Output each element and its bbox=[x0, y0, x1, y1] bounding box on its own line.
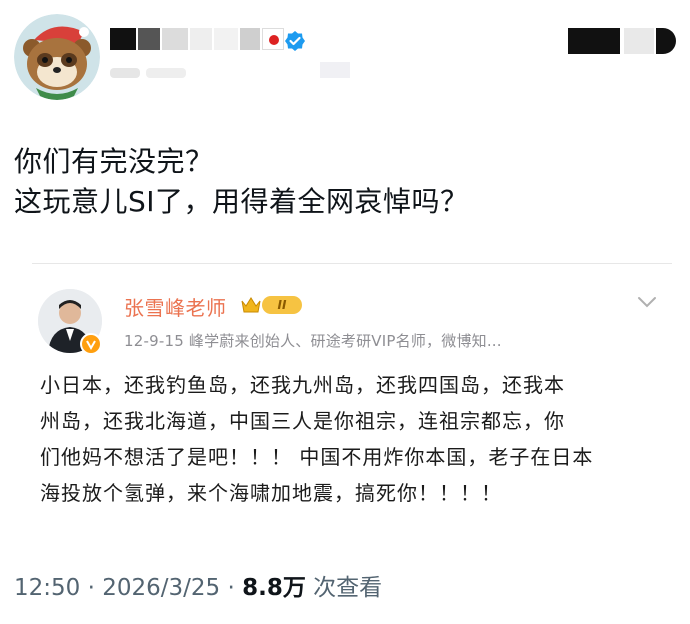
tweet-line: 这玩意儿SI了，用得着全网哀悼吗？ bbox=[14, 185, 469, 218]
chevron-down-icon[interactable] bbox=[636, 294, 658, 308]
views-label: 次查看 bbox=[313, 575, 383, 601]
tweet-text: 你们有完没完？ 这玩意儿SI了，用得着全网哀悼吗？ bbox=[14, 142, 674, 222]
crown-icon bbox=[240, 295, 262, 315]
quoted-body-line: 们他妈不想活了是吧！！！ 中国不用炸你本国，老子在日本 bbox=[40, 445, 594, 469]
quoted-post-meta: 12-9-15 峰学蔚来创始人、研途考研VIP名师，微博知... bbox=[124, 332, 502, 350]
views-count[interactable]: 8.8万 bbox=[242, 575, 306, 601]
tweet-footer: 12:50 · 2026/3/25 · 8.8万 次查看 bbox=[14, 568, 382, 602]
quoted-author-name[interactable]: 张雪峰老师 bbox=[124, 292, 227, 321]
level-badge: II bbox=[262, 296, 302, 314]
quoted-body-line: 小日本，还我钓鱼岛，还我九州岛，还我四国岛，还我本 bbox=[40, 373, 565, 397]
follow-button-redacted[interactable] bbox=[568, 26, 678, 56]
separator: · bbox=[87, 575, 95, 601]
author-avatar[interactable] bbox=[14, 14, 100, 100]
separator: · bbox=[227, 575, 235, 601]
author-name-redacted[interactable] bbox=[110, 24, 310, 54]
verified-badge-icon bbox=[284, 30, 306, 52]
weibo-v-badge-icon bbox=[80, 333, 102, 355]
flag-icon bbox=[262, 28, 284, 50]
quoted-body-line: 海投放个氢弹，来个海啸加地震，搞死你！！！！ bbox=[40, 481, 502, 505]
quoted-post-body: 小日本，还我钓鱼岛，还我九州岛，还我四国岛，还我本 州岛，还我北海道，中国三人是… bbox=[40, 367, 665, 511]
tweet-line: 你们有完没完？ bbox=[14, 145, 214, 178]
quoted-body-line: 州岛，还我北海道，中国三人是你祖宗，连祖宗都忘，你 bbox=[40, 409, 565, 433]
author-handle-redacted bbox=[110, 62, 360, 82]
post-time[interactable]: 12:50 bbox=[14, 575, 80, 601]
post-date[interactable]: 2026/3/25 bbox=[102, 575, 220, 601]
